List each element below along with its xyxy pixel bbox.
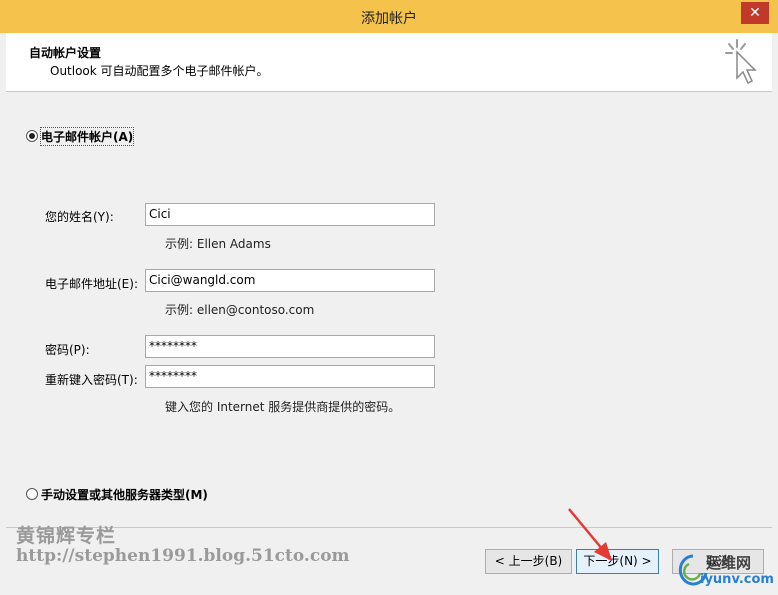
- back-button[interactable]: < 上一步(B): [485, 549, 572, 574]
- title-bar: 添加帐户 ✕: [0, 0, 778, 33]
- email-hint: 示例: ellen@contoso.com: [165, 303, 315, 317]
- red-arrow-annotation: [568, 508, 612, 561]
- logo-text: 运维网: [706, 554, 752, 572]
- wizard-cursor-icon: [725, 39, 757, 85]
- watermark-title: 黄锦辉专栏: [16, 525, 117, 547]
- name-field[interactable]: Cici: [145, 203, 435, 226]
- dialog-body: 自动帐户设置 Outlook 可自动配置多个电子邮件帐户。 电子邮件帐户(A) …: [6, 33, 772, 589]
- password-hint: 键入您的 Internet 服务提供商提供的密码。: [165, 400, 401, 414]
- email-label: 电子邮件地址(E):: [45, 277, 138, 291]
- email-account-label[interactable]: 电子邮件帐户(A): [39, 127, 135, 146]
- close-button[interactable]: ✕: [741, 2, 769, 24]
- watermark-url: http://stephen1991.blog.51cto.com: [16, 546, 350, 566]
- password-label: 密码(P):: [45, 343, 90, 357]
- window-title: 添加帐户: [361, 11, 417, 27]
- footer-divider: [6, 527, 772, 528]
- email-account-radio[interactable]: [26, 130, 38, 142]
- name-hint: 示例: Ellen Adams: [165, 237, 271, 251]
- header-title: 自动帐户设置: [29, 46, 102, 60]
- retype-password-label: 重新键入密码(T):: [45, 373, 138, 387]
- password-field[interactable]: ********: [145, 335, 435, 358]
- manual-setup-radio[interactable]: [26, 488, 38, 500]
- site-logo: 运维网 iyunv.com: [676, 551, 774, 591]
- name-label: 您的姓名(Y):: [45, 210, 114, 224]
- manual-setup-label[interactable]: 手动设置或其他服务器类型(M): [41, 486, 208, 503]
- retype-password-field[interactable]: ********: [145, 365, 435, 388]
- email-field[interactable]: Cici@wangld.com: [145, 269, 435, 292]
- logo-url: iyunv.com: [700, 572, 774, 587]
- header-description: Outlook 可自动配置多个电子邮件帐户。: [50, 64, 269, 78]
- wizard-header: 自动帐户设置 Outlook 可自动配置多个电子邮件帐户。: [6, 33, 772, 92]
